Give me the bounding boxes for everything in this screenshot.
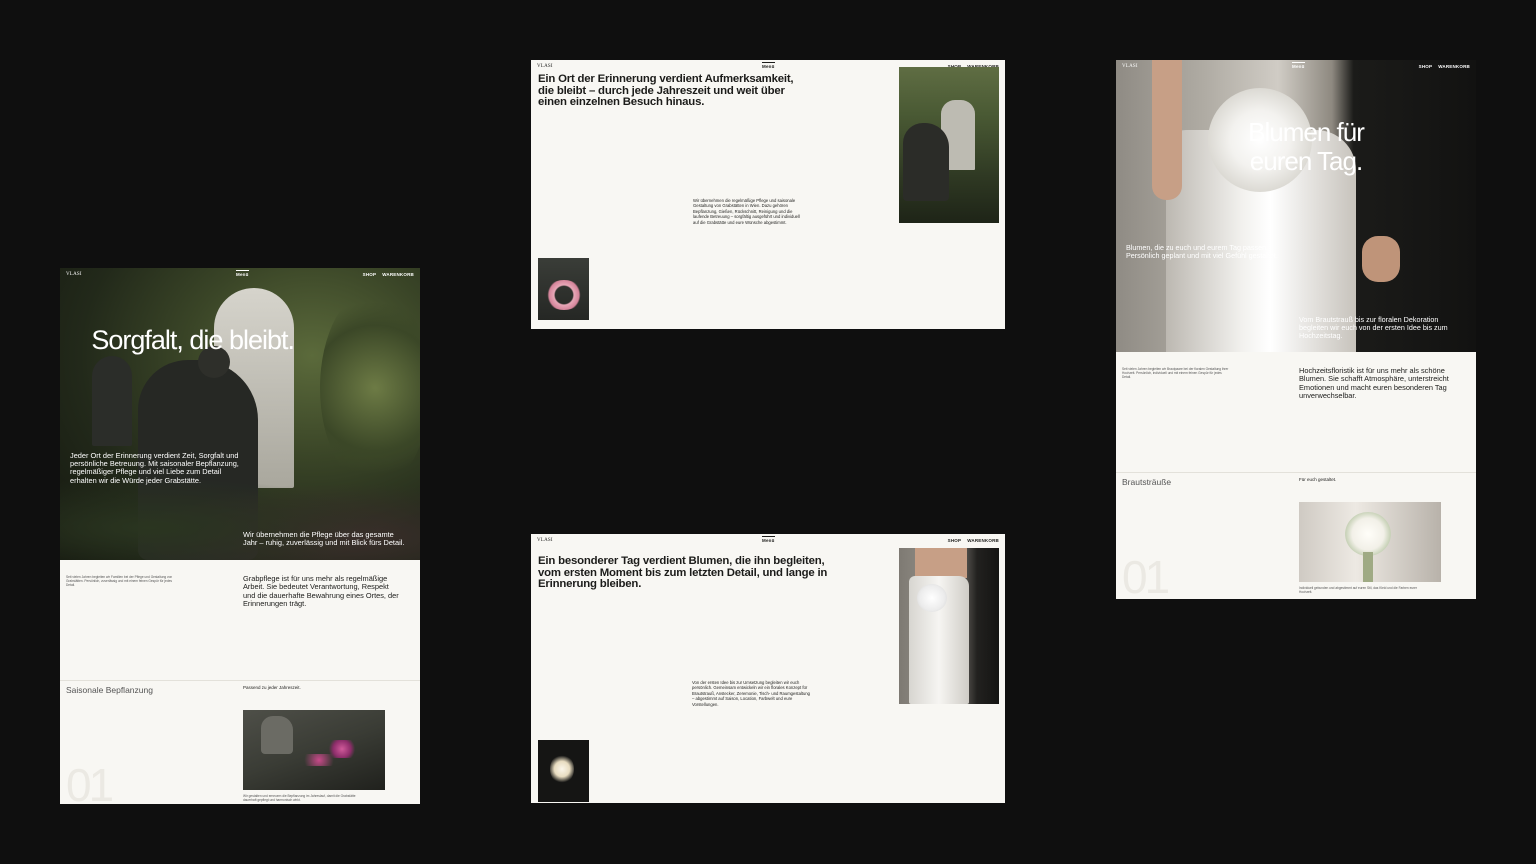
service-number: 01 [66,759,114,804]
service-title: Brautsträuße [1122,477,1172,487]
section-headline: Ein besonderer Tag verdient Blumen, die … [538,555,828,591]
section-body: Wir übernehmen die regelmäßige Pflege un… [693,198,800,225]
lead-text: Grabpflege ist für uns mehr als regelmäß… [243,574,399,609]
hero-photo-gravestone-dark [92,356,132,446]
logo[interactable]: VLASI [537,64,553,69]
hero-title: Sorgfalt, die bleibt. [91,325,295,355]
top-nav: VLASI Menü SHOP WARENKORB [1116,60,1476,76]
logo[interactable]: VLASI [66,272,82,277]
hero-intro: Blumen, die zu euch und eurem Tag passen… [1126,243,1278,261]
service-caption: Wir gestalten und erneuern die Bepflanzu… [243,794,356,802]
service-subtitle: Passend zu jeder Jahreszeit. [243,685,301,690]
divider [1116,472,1476,473]
service-image [243,710,385,790]
service-title: Saisonale Bepflanzung [66,685,153,695]
boutonniere-thumbnail [538,740,589,802]
menu-button[interactable]: Menü [762,536,775,543]
bride-photo [899,548,999,704]
wreath-thumbnail [538,258,589,320]
service-caption: Individuell gebunden und abgestimmt auf … [1299,586,1418,594]
divider [60,680,420,681]
intro-small-text: Seit vielen Jahren begleiten wir Brautpa… [1122,367,1229,379]
hero-photo-tree [320,288,420,488]
hero-intro: Jeder Ort der Erinnerung verdient Zeit, … [70,451,239,485]
menu-button[interactable]: Menü [1292,62,1305,69]
mockup-board: Sorgfalt, die bleibt. Jeder Ort der Erin… [0,0,1536,864]
hero-secondary-text: Wir übernehmen die Pflege über das gesam… [243,530,405,548]
cart-link[interactable]: WARENKORB [967,538,999,543]
intro-small-text: Seit vielen Jahren begleiten wir Familie… [66,575,173,587]
section-headline: Ein Ort der Erinnerung verdient Aufmerks… [538,73,794,109]
menu-button[interactable]: Menü [236,270,249,277]
service-number: 01 [1122,551,1170,599]
section-body: Von der ersten Idee bis zur Umsetzung be… [692,680,811,707]
shop-link[interactable]: SHOP [363,272,377,277]
shop-link[interactable]: SHOP [1419,64,1433,69]
cart-link[interactable]: WARENKORB [382,272,414,277]
hero-photo-arm [1152,60,1182,200]
service-subtitle: Für euch gestaltet. [1299,477,1337,482]
grave-care-page: Sorgfalt, die bleibt. Jeder Ort der Erin… [60,268,420,804]
hero-title: Blumen für euren Tag. [1248,117,1365,176]
grave-care-text-section: VLASI Menü SHOPWARENKORB Ein Ort der Eri… [531,60,1005,329]
wedding-text-section: VLASI Menü SHOP WARENKORB Ein besonderer … [531,534,1005,803]
cart-link[interactable]: WARENKORB [1438,64,1470,69]
wedding-hero: Blumen für euren Tag. Blumen, die zu euc… [1116,60,1476,352]
service-image [1299,502,1441,582]
shop-link[interactable]: SHOP [948,538,962,543]
top-nav: VLASI Menü SHOP WARENKORB [60,268,420,284]
logo[interactable]: VLASI [537,538,553,543]
wedding-page: Blumen für euren Tag. Blumen, die zu euc… [1116,60,1476,599]
logo[interactable]: VLASI [1122,64,1138,69]
hero-photo-hands [1362,236,1400,282]
hero-secondary-text: Vom Brautstrauß bis zur floralen Dekorat… [1299,315,1448,341]
lead-text: Hochzeitsfloristik ist für uns mehr als … [1299,366,1449,401]
gardener-photo [899,67,999,223]
grave-hero: Sorgfalt, die bleibt. Jeder Ort der Erin… [60,268,420,560]
menu-button[interactable]: Menü [762,62,775,69]
